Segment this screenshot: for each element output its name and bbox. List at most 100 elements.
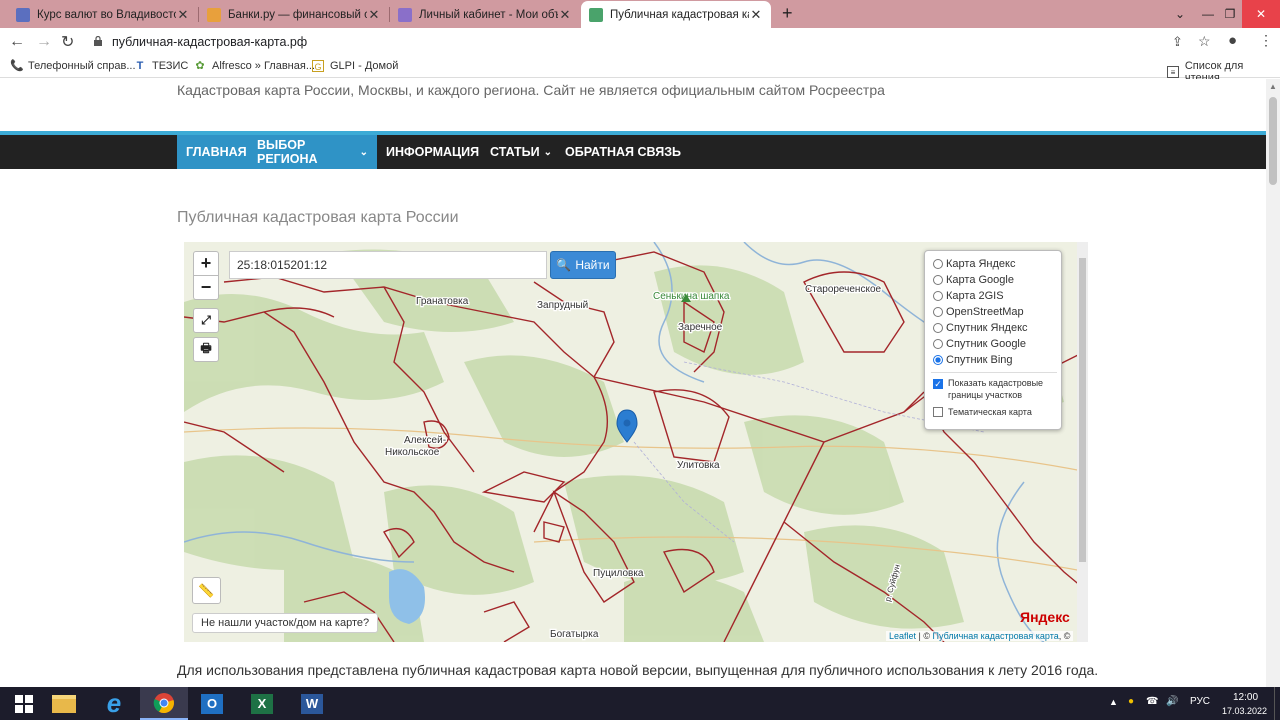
radio-button[interactable] xyxy=(933,275,943,285)
attribution-tail: , © xyxy=(1058,631,1071,641)
clock-date[interactable]: 17.03.2022 xyxy=(1222,706,1267,716)
layer-option-2gis[interactable]: Карта 2GIS xyxy=(933,290,1004,302)
page-scrollbar[interactable]: ▲ xyxy=(1266,79,1280,687)
network-icon[interactable]: ☎ xyxy=(1146,696,1158,707)
place-label: Никольское xyxy=(385,447,440,458)
page-heading: Публичная кадастровая карта России xyxy=(177,209,459,226)
print-button[interactable]: 🖶 xyxy=(193,337,219,362)
bookmark-alfresco[interactable]: ✿ Alfresco » Главная... xyxy=(194,60,315,72)
radio-button[interactable] xyxy=(933,339,943,349)
overlay-label: Тематическая карта xyxy=(948,407,1032,417)
cadastral-map-link[interactable]: Публичная кадастровая карта xyxy=(933,631,1059,641)
map-scrollbar[interactable] xyxy=(1077,242,1088,642)
zoom-in-button[interactable]: + xyxy=(193,251,219,276)
ie-button[interactable]: e xyxy=(90,687,138,720)
layer-option-osm[interactable]: OpenStreetMap xyxy=(933,306,1024,318)
layer-divider xyxy=(931,372,1057,373)
excel-button[interactable]: X xyxy=(238,687,286,720)
leaflet-link[interactable]: Leaflet xyxy=(889,631,916,641)
close-tab-icon[interactable]: ✕ xyxy=(176,7,190,23)
site-subtitle: Кадастровая карта России, Москвы, и кажд… xyxy=(177,82,885,98)
fullscreen-button[interactable]: ⤢ xyxy=(193,308,219,333)
close-window-button[interactable]: ✕ xyxy=(1242,0,1280,28)
new-tab-button[interactable]: + xyxy=(782,3,793,24)
reload-icon[interactable]: ↻ xyxy=(61,32,74,52)
bookmark-label: GLPI - Домой xyxy=(330,60,399,72)
nav-home[interactable]: ГЛАВНАЯ xyxy=(177,135,256,169)
nav-label: ВЫБОР РЕГИОНА xyxy=(257,138,318,166)
chrome-button[interactable] xyxy=(140,687,188,720)
place-label: Запрудный xyxy=(537,300,588,311)
language-indicator[interactable]: РУС xyxy=(1190,696,1210,707)
scroll-up-icon[interactable]: ▲ xyxy=(1269,82,1277,91)
overlay-thematic-map[interactable]: Тематическая карта xyxy=(933,407,1032,417)
chevron-down-icon: ⌄ xyxy=(543,146,552,158)
place-label: Алексей- xyxy=(404,435,446,446)
bookmark-star-icon[interactable]: ☆ xyxy=(1198,33,1211,50)
windows-logo-icon xyxy=(15,694,33,713)
outlook-button[interactable]: O xyxy=(188,687,236,720)
not-found-button[interactable]: Не нашли участок/дом на карте? xyxy=(192,613,379,633)
profile-avatar-icon[interactable]: ● xyxy=(1228,32,1237,49)
tray-chevron-icon[interactable]: ▲ xyxy=(1109,697,1118,707)
checkbox-checked[interactable]: ✓ xyxy=(933,379,943,389)
show-desktop-button[interactable] xyxy=(1274,687,1280,720)
file-explorer-button[interactable] xyxy=(40,687,88,720)
back-arrow-icon[interactable]: ← xyxy=(9,33,25,51)
tray-app-icon[interactable]: ● xyxy=(1128,696,1134,707)
ruler-button[interactable]: 📏 xyxy=(192,577,221,604)
tab-banki[interactable]: Банки.ру — финансовый супер ✕ xyxy=(199,1,389,28)
windows-taskbar: e O X W ▲ ● ☎ 🔊 РУС 12:00 17.03.2022 xyxy=(0,687,1280,720)
layer-label: Спутник Google xyxy=(946,338,1026,350)
forward-arrow-icon[interactable]: → xyxy=(36,33,52,51)
tab-currency[interactable]: Курс валют во Владивостоке на ✕ xyxy=(8,1,198,28)
page-scrollbar-thumb[interactable] xyxy=(1269,97,1277,185)
clock-time[interactable]: 12:00 xyxy=(1233,692,1258,703)
nav-feedback[interactable]: ОБРАТНАЯ СВЯЗЬ xyxy=(556,135,690,169)
close-tab-icon[interactable]: ✕ xyxy=(558,7,572,23)
cadastral-search-input[interactable]: 25:18:015201:12 xyxy=(229,251,547,279)
volume-icon[interactable]: 🔊 xyxy=(1166,696,1178,707)
close-tab-icon[interactable]: ✕ xyxy=(749,7,763,23)
tab-cadastral-map[interactable]: Публичная кадастровая карта Р ✕ xyxy=(581,1,771,28)
nav-region-select[interactable]: ВЫБОР РЕГИОНА ⌄ xyxy=(248,135,377,169)
main-navbar: ГЛАВНАЯ ВЫБОР РЕГИОНА ⌄ ИНФОРМАЦИЯ СТАТЬИ… xyxy=(0,135,1266,169)
alfresco-logo-icon: ✿ xyxy=(195,60,205,72)
tab-favicon-icon xyxy=(16,7,30,22)
radio-button[interactable] xyxy=(933,291,943,301)
nav-label: ОБРАТНАЯ СВЯЗЬ xyxy=(565,145,682,159)
zoom-out-button[interactable]: − xyxy=(193,275,219,300)
bookmark-phonebook[interactable]: 📞 Телефонный справ... xyxy=(10,60,136,72)
layer-option-google-satellite[interactable]: Спутник Google xyxy=(933,338,1026,350)
chevron-down-icon: ⌄ xyxy=(359,146,368,158)
url-field[interactable]: публичная-кадастровая-карта.рф xyxy=(112,35,307,49)
lock-icon xyxy=(94,36,102,46)
radio-button[interactable] xyxy=(933,323,943,333)
find-button[interactable]: 🔍 Найти xyxy=(550,251,616,279)
layer-option-yandex-map[interactable]: Карта Яндекс xyxy=(933,258,1015,270)
tab-cabinet[interactable]: Личный кабинет - Мои объявле ✕ xyxy=(390,1,580,28)
share-icon[interactable]: ⇪ xyxy=(1172,34,1183,50)
radio-button-selected[interactable] xyxy=(933,355,943,365)
layer-option-bing-satellite[interactable]: Спутник Bing xyxy=(933,354,1013,366)
tab-favicon-icon xyxy=(398,7,412,22)
close-tab-icon[interactable]: ✕ xyxy=(367,7,381,23)
bookmark-glpi[interactable]: G GLPI - Домой xyxy=(312,60,398,72)
overlay-cadastral-borders[interactable]: ✓ Показать кадастровые границы участков xyxy=(933,377,1043,401)
radio-button[interactable] xyxy=(933,259,943,269)
nav-info[interactable]: ИНФОРМАЦИЯ xyxy=(377,135,488,169)
place-label: Заречное xyxy=(678,322,723,333)
radio-button[interactable] xyxy=(933,307,943,317)
glpi-logo-icon: G xyxy=(312,60,324,72)
map-scrollbar-thumb[interactable] xyxy=(1079,258,1086,562)
word-icon: W xyxy=(301,693,323,714)
layer-option-google-map[interactable]: Карта Google xyxy=(933,274,1014,286)
bookmark-tezis[interactable]: T ТЕЗИС xyxy=(134,60,189,72)
checkbox[interactable] xyxy=(933,407,943,417)
yandex-logo: Яндекс xyxy=(1020,609,1070,625)
word-button[interactable]: W xyxy=(288,687,336,720)
layer-option-yandex-satellite[interactable]: Спутник Яндекс xyxy=(933,322,1028,334)
attribution-separator: | © xyxy=(916,631,933,641)
nav-articles[interactable]: СТАТЬИ ⌄ xyxy=(481,135,561,169)
menu-kebab-icon[interactable]: ⋮ xyxy=(1259,32,1273,49)
